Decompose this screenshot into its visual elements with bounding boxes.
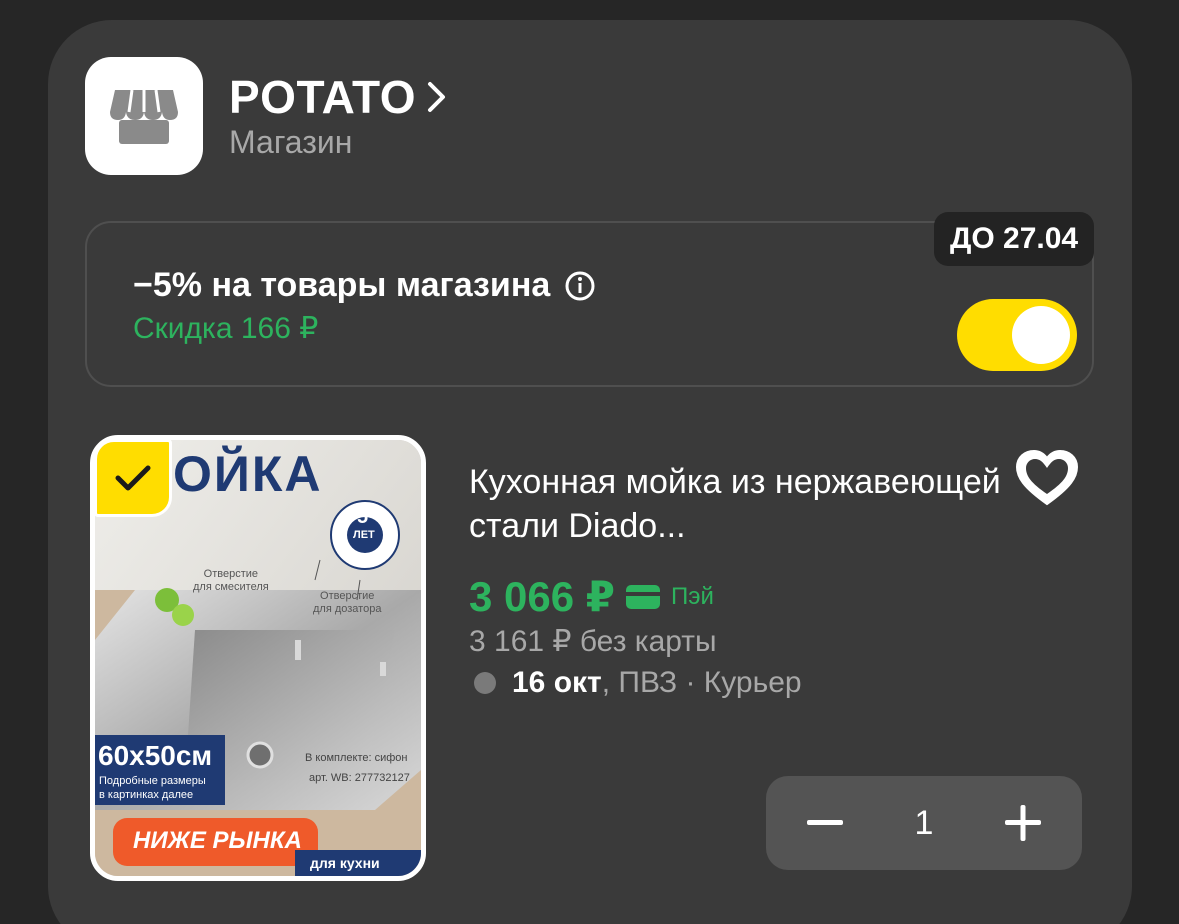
product-image-warranty-label: ЛЕТ [353,529,375,541]
product-image-badge: НИЖЕ РЫНКА [133,827,302,854]
product-select-checkbox[interactable] [94,439,172,517]
promo-deadline-badge: ДО 27.04 [934,212,1095,266]
product-image-size-note: Подробные размеры в картинках далее [99,775,206,801]
card-icon [625,584,661,610]
plus-icon[interactable] [1002,802,1044,844]
promo-toggle[interactable] [957,299,1077,371]
store-type: Магазин [229,124,353,160]
product-image-footer: для кухни [310,855,380,871]
product-image-hole-dispenser: Отверстие для дозатора [313,590,382,615]
quantity-value: 1 [914,803,934,842]
product-image-article: арт. WB: 277732127 [309,772,410,784]
product-image-headline: ОЙКА [173,446,323,502]
quantity-stepper: 1 [766,776,1082,870]
product-price: 3 066 ₽ [469,573,615,620]
product-image-warranty-number: 5 [357,506,369,528]
delivery-info: 16 окт, ПВЗ · Курьер [474,666,802,700]
product-image-hole-mixer: Отверстие для смесителя [193,568,269,593]
product-image-size: 60x50см [98,740,213,771]
product-title[interactable]: Кухонная мойка из нержавеющей стали Diad… [469,460,1009,548]
delivery-status-dot [474,672,496,694]
pay-label: Пэй [671,582,714,610]
delivery-methods: , ПВЗ · Курьер [601,666,802,699]
store-link[interactable]: POTATO [229,70,454,124]
promo-title: −5% на товары магазина [133,266,551,304]
store-awning-icon [110,89,178,144]
checkmark-icon [115,465,151,491]
product-image-kit: В комплекте: сифон [305,752,408,764]
store-name: POTATO [229,71,416,123]
delivery-date: 16 окт [512,666,602,699]
toggle-knob [1012,306,1070,364]
info-icon[interactable] [564,270,596,302]
store-logo[interactable] [85,57,203,175]
promo-discount: Скидка 166 ₽ [133,312,319,345]
chevron-right-icon [426,77,454,117]
heart-icon[interactable] [1013,447,1081,509]
price-without-card: 3 161 ₽ без карты [469,625,717,658]
promo-title-row: −5% на товары магазина [133,266,596,305]
price-row: 3 066 ₽ Пэй [469,572,714,621]
minus-icon[interactable] [804,802,846,844]
